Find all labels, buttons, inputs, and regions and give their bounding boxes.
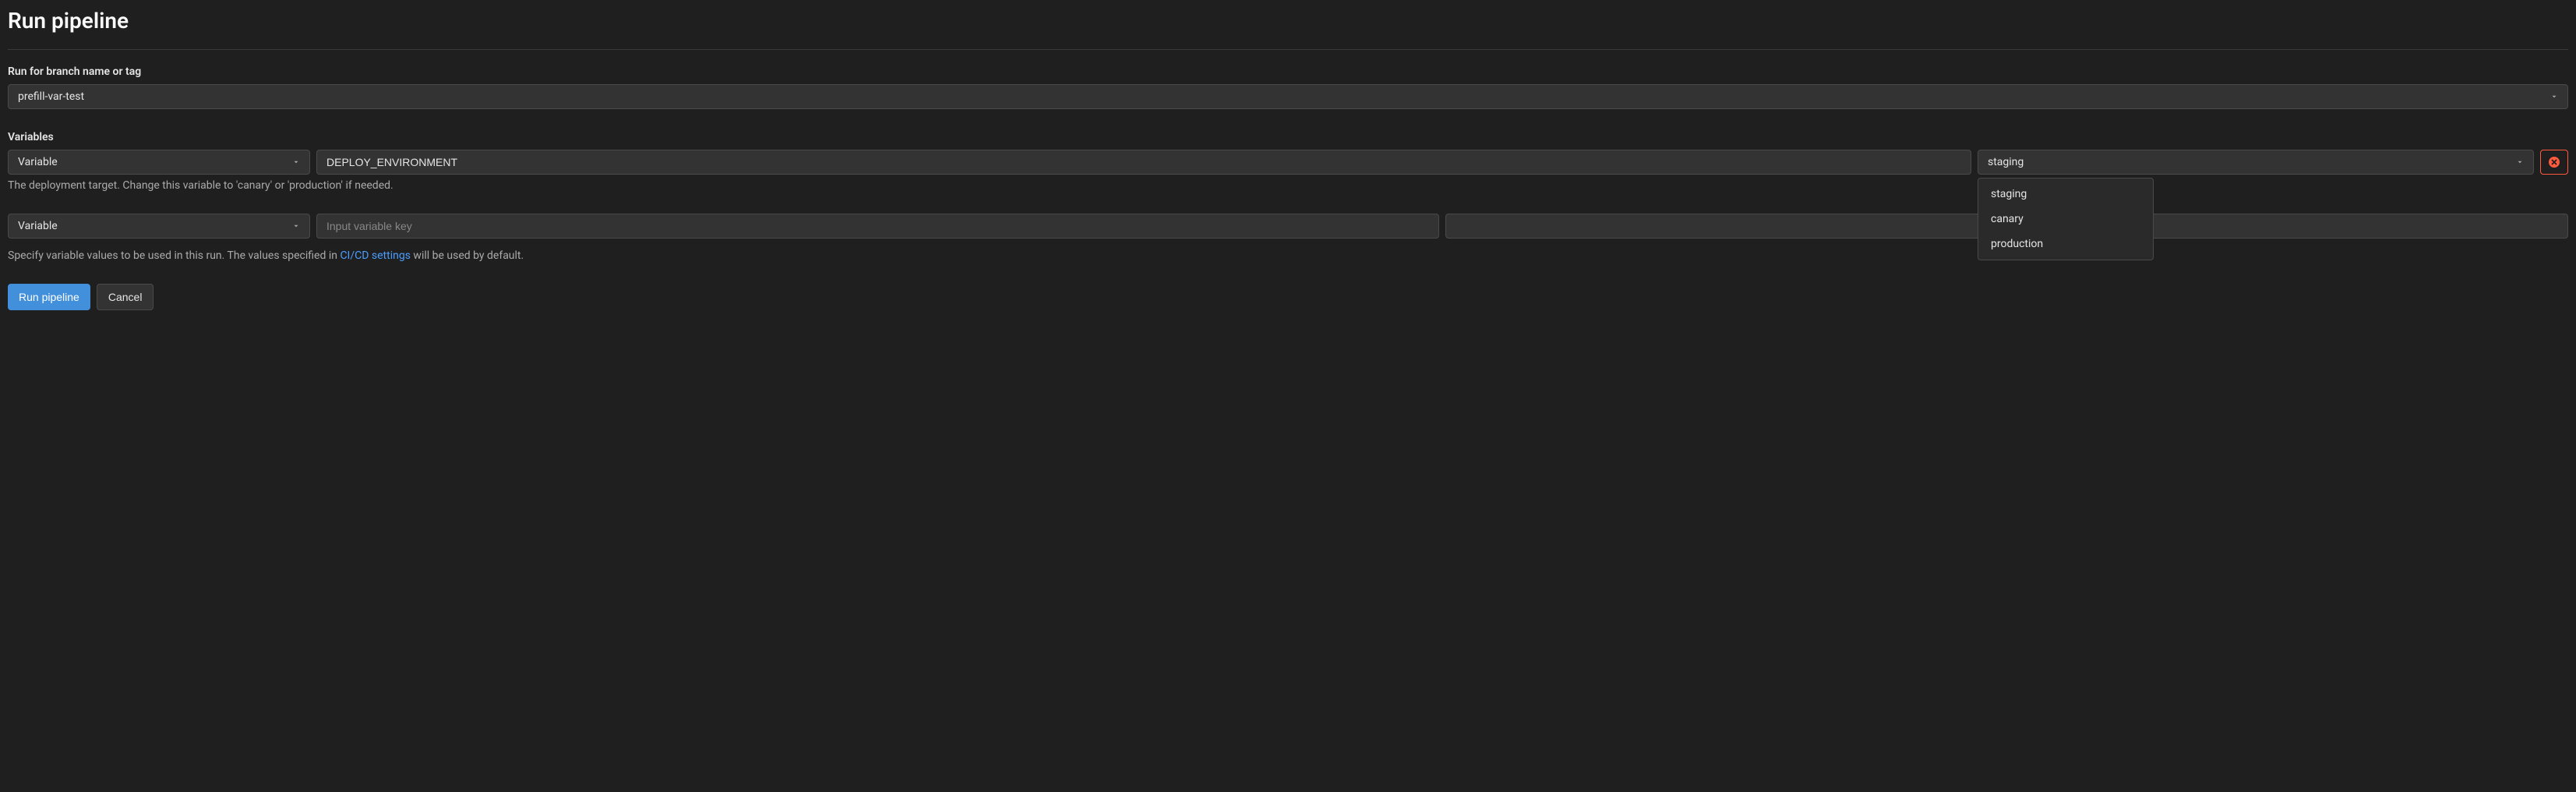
variable-helper-text: The deployment target. Change this varia…: [8, 179, 2568, 192]
variable-value: staging: [1988, 156, 2024, 168]
info-text: Specify variable values to be used in th…: [8, 249, 2568, 262]
page-title: Run pipeline: [8, 8, 2568, 34]
variable-type-select[interactable]: Variable: [8, 214, 310, 239]
variable-type-select[interactable]: Variable: [8, 150, 310, 175]
branch-value: prefill-var-test: [18, 90, 84, 103]
variable-key-input[interactable]: [316, 214, 1439, 239]
chevron-down-icon: [2550, 93, 2558, 101]
variable-type-value: Variable: [18, 156, 58, 168]
variable-row: Variable: [8, 214, 2568, 239]
variable-row: Variable staging staging canary producti…: [8, 150, 2568, 175]
variable-type-value: Variable: [18, 220, 58, 232]
divider: [8, 49, 2568, 50]
chevron-down-icon: [2516, 158, 2524, 166]
variables-label: Variables: [8, 131, 2568, 143]
close-circle-icon: [2548, 156, 2560, 168]
dropdown-option-production[interactable]: production: [1978, 232, 2153, 256]
branch-select[interactable]: prefill-var-test: [8, 84, 2568, 109]
chevron-down-icon: [292, 222, 300, 230]
cicd-settings-link[interactable]: CI/CD settings: [340, 249, 411, 262]
branch-label: Run for branch name or tag: [8, 65, 2568, 78]
value-dropdown-menu: staging canary production: [1978, 178, 2154, 260]
run-pipeline-button[interactable]: Run pipeline: [8, 284, 90, 310]
variable-value-select[interactable]: staging: [1978, 150, 2534, 175]
chevron-down-icon: [292, 158, 300, 166]
dropdown-option-staging[interactable]: staging: [1978, 182, 2153, 207]
cancel-button[interactable]: Cancel: [97, 284, 154, 310]
variable-key-input[interactable]: [316, 150, 1971, 175]
remove-variable-button[interactable]: [2540, 150, 2568, 175]
dropdown-option-canary[interactable]: canary: [1978, 207, 2153, 232]
